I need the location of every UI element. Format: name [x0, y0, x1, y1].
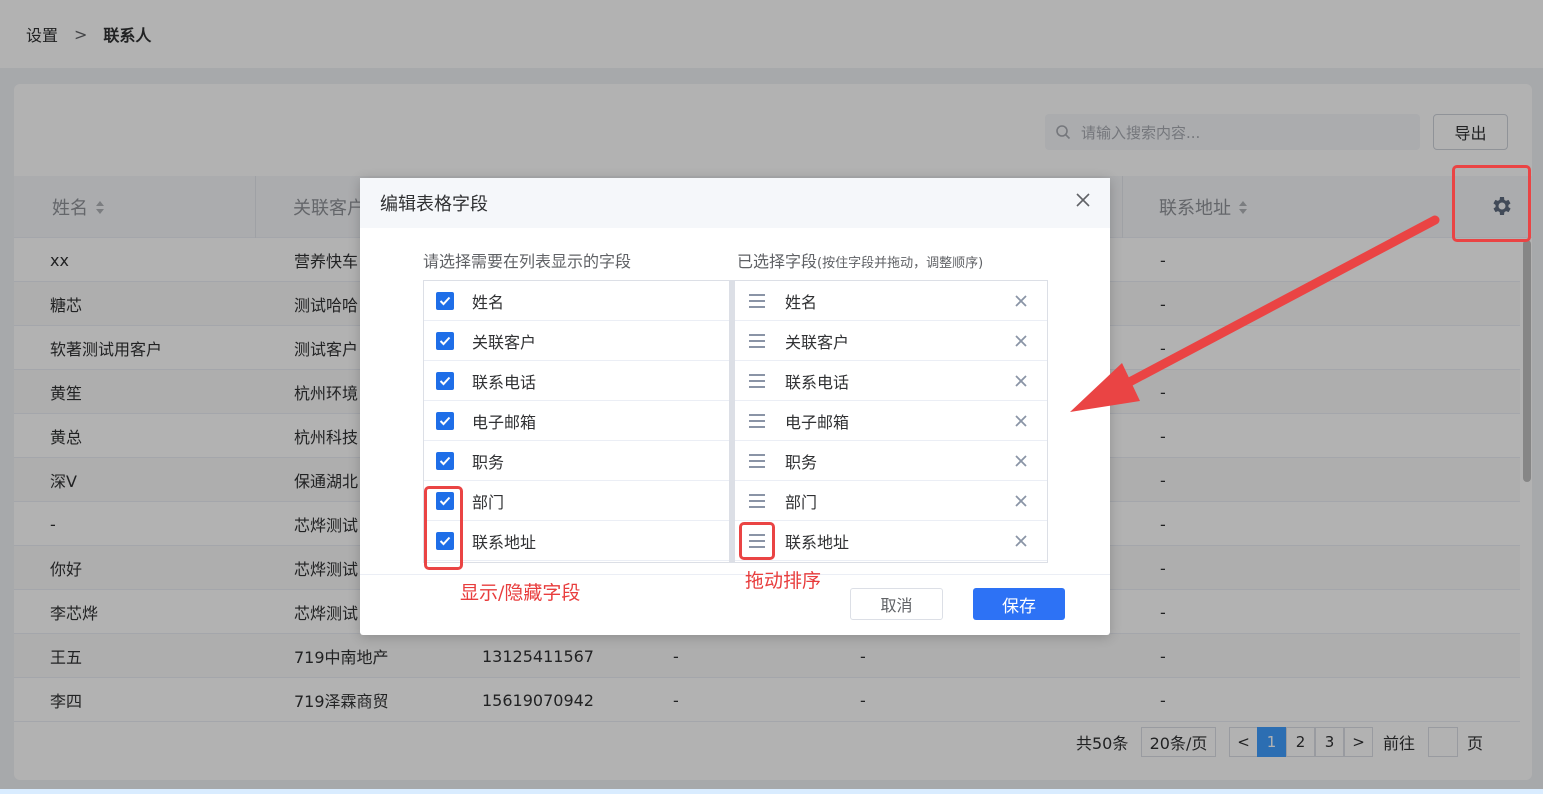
selected-fields-hint: (按住字段并拖动，调整顺序): [817, 256, 984, 271]
selected-field-label: 联系电话: [785, 372, 850, 392]
field-checkbox-item[interactable]: 姓名: [424, 281, 729, 321]
remove-icon[interactable]: [1013, 373, 1029, 389]
field-checkbox-item[interactable]: 电子邮箱: [424, 401, 729, 441]
remove-icon[interactable]: [1013, 533, 1029, 549]
selected-field-label: 部门: [785, 492, 818, 512]
gear-highlight-box: [1452, 165, 1531, 242]
selected-field-label: 联系地址: [785, 532, 850, 552]
edit-columns-dialog: 编辑表格字段 请选择需要在列表显示的字段 已选择字段(按住字段并拖动，调整顺序)…: [360, 178, 1110, 635]
dialog-title: 编辑表格字段: [380, 194, 488, 215]
selected-fields-label: 已选择字段: [737, 252, 818, 271]
save-button[interactable]: 保存: [973, 588, 1065, 620]
field-checkbox-item[interactable]: 职务: [424, 441, 729, 481]
remove-icon[interactable]: [1013, 333, 1029, 349]
selected-field-item[interactable]: 职务: [735, 441, 1047, 481]
cancel-button[interactable]: 取消: [850, 588, 943, 620]
drag-handle-icon[interactable]: [747, 491, 767, 511]
checkbox-checked-icon[interactable]: [436, 411, 454, 430]
checkbox-checked-icon[interactable]: [436, 451, 454, 470]
field-label: 电子邮箱: [472, 412, 537, 432]
drag-handle-icon[interactable]: [747, 451, 767, 471]
remove-icon[interactable]: [1013, 413, 1029, 429]
field-checkbox-item[interactable]: 联系电话: [424, 361, 729, 401]
field-label: 联系地址: [472, 532, 537, 552]
field-label: 部门: [472, 492, 505, 512]
field-label: 关联客户: [472, 332, 537, 352]
selected-field-label: 职务: [785, 452, 818, 472]
drag-handle-highlight-box: [739, 522, 775, 560]
dialog-footer-divider: [360, 574, 1110, 575]
checkbox-checked-icon[interactable]: [436, 331, 454, 350]
drag-handle-icon[interactable]: [747, 371, 767, 391]
bottom-edge: [0, 789, 1543, 794]
selected-field-label: 姓名: [785, 292, 818, 312]
field-checkbox-item[interactable]: 关联客户: [424, 321, 729, 361]
available-fields-list: 姓名关联客户联系电话电子邮箱职务部门联系地址: [423, 280, 730, 563]
selected-field-item[interactable]: 联系地址: [735, 521, 1047, 561]
checkbox-checked-icon[interactable]: [436, 291, 454, 310]
available-fields-title: 请选择需要在列表显示的字段: [423, 252, 632, 271]
selected-fields-title: 已选择字段(按住字段并拖动，调整顺序): [737, 248, 983, 272]
field-checkbox-item[interactable]: 联系地址: [424, 521, 729, 561]
red-arrow-icon: [1070, 215, 1440, 412]
selected-field-item[interactable]: 部门: [735, 481, 1047, 521]
drag-handle-icon[interactable]: [747, 411, 767, 431]
drag-handle-icon[interactable]: [747, 331, 767, 351]
selected-field-item[interactable]: 姓名: [735, 281, 1047, 321]
drag-sort-annotation: 拖动排序: [745, 570, 822, 592]
field-label: 联系电话: [472, 372, 537, 392]
remove-icon[interactable]: [1013, 493, 1029, 509]
selected-field-item[interactable]: 关联客户: [735, 321, 1047, 361]
selected-field-label: 关联客户: [785, 332, 850, 352]
checkbox-checked-icon[interactable]: [436, 371, 454, 390]
selected-fields-list: 姓名关联客户联系电话电子邮箱职务部门联系地址: [734, 280, 1048, 563]
remove-icon[interactable]: [1013, 293, 1029, 309]
field-label: 姓名: [472, 292, 505, 312]
selected-field-item[interactable]: 电子邮箱: [735, 401, 1047, 441]
selected-field-item[interactable]: 联系电话: [735, 361, 1047, 401]
field-checkbox-item[interactable]: 部门: [424, 481, 729, 521]
drag-handle-icon[interactable]: [747, 291, 767, 311]
selected-field-label: 电子邮箱: [785, 412, 850, 432]
field-label: 职务: [472, 452, 505, 472]
remove-icon[interactable]: [1013, 453, 1029, 469]
toggle-fields-annotation: 显示/隐藏字段: [460, 582, 581, 604]
checkbox-highlight-box: [424, 486, 463, 570]
dialog-header: 编辑表格字段: [360, 178, 1110, 228]
